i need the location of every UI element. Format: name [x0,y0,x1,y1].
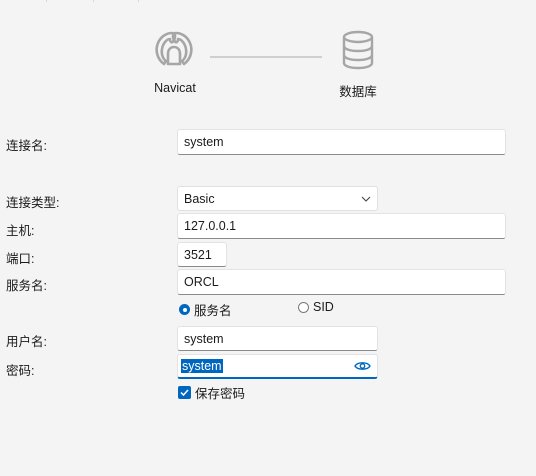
connection-type-select[interactable]: Basic [177,186,378,211]
checkmark-icon [178,386,191,399]
radio-service-name[interactable]: 服务名 [179,300,232,319]
radio-sid-label: SID [313,300,334,314]
username-label: 用户名: [6,335,47,349]
port-input[interactable]: 3521 [177,242,227,267]
service-name-label: 服务名: [6,279,47,293]
connection-type-label: 连接类型: [6,196,60,210]
password-value: system [181,359,223,373]
radio-service-name-label: 服务名 [194,304,232,318]
port-value: 3521 [184,247,212,262]
host-label: 主机: [6,224,35,238]
target-label: 数据库 [339,85,377,99]
chevron-down-icon [361,196,371,202]
host-value: 127.0.0.1 [184,219,237,233]
host-input[interactable]: 127.0.0.1 [177,213,506,239]
save-password-checkbox[interactable]: 保存密码 [178,383,245,402]
connection-name-value: system [184,135,224,149]
tab[interactable] [94,0,139,2]
username-input[interactable]: system [177,326,378,351]
port-label: 端口: [6,252,35,266]
connection-name-label: 连接名: [6,139,47,153]
tab[interactable] [0,0,47,2]
radio-sid[interactable]: SID [298,300,334,314]
database-icon [342,30,374,70]
radio-unchecked-icon [298,301,309,313]
password-input[interactable]: system [177,354,378,379]
radio-checked-icon [179,304,190,315]
save-password-label: 保存密码 [195,387,246,401]
eye-icon[interactable] [354,360,371,372]
tab[interactable] [47,0,94,2]
tab-strip [0,0,536,3]
connection-type-value: Basic [184,191,215,206]
connection-arrow-line [210,56,322,58]
service-name-input[interactable]: ORCL [177,269,506,295]
password-label: 密码: [6,364,35,378]
connection-name-input[interactable]: system [177,129,506,155]
username-value: system [184,331,224,346]
service-name-value: ORCL [184,275,219,289]
source-label: Navicat [154,81,196,95]
navicat-logo-icon [155,31,193,66]
